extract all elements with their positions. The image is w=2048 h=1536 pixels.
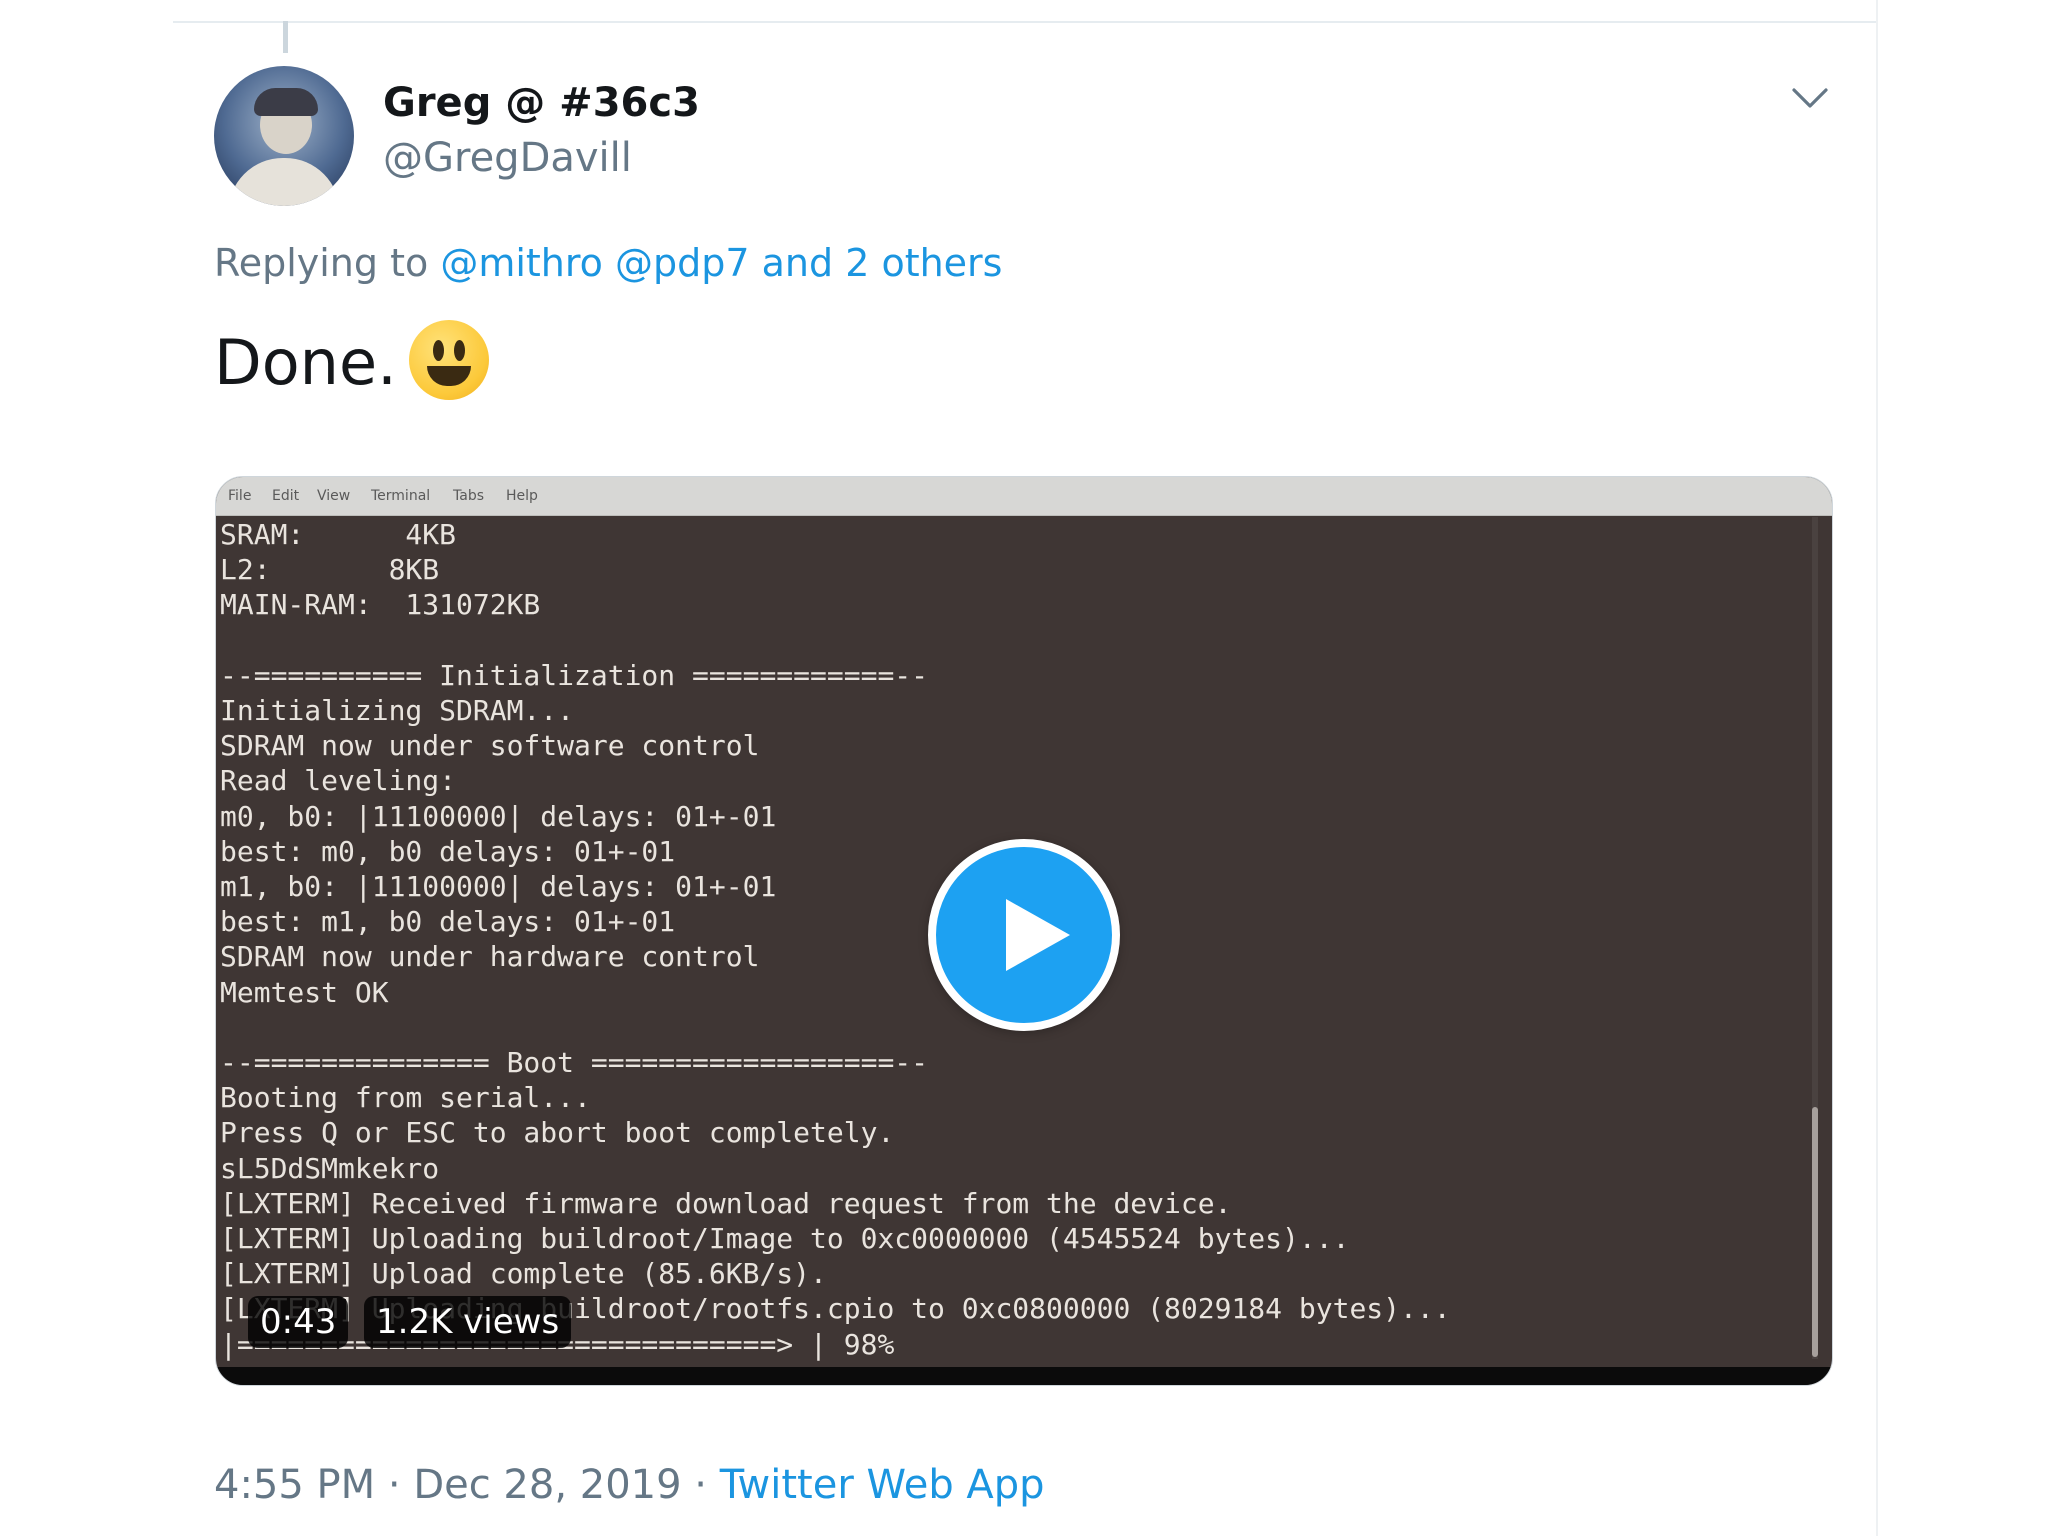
- terminal-line: [LXTERM] Upload complete (85.6KB/s).: [220, 1257, 827, 1291]
- terminal-line: [LXTERM] Received firmware download requ…: [220, 1186, 1232, 1220]
- scrollbar-thumb: [1812, 1107, 1818, 1357]
- terminal-line: SDRAM now under hardware control: [220, 940, 760, 974]
- terminal-line: m0, b0: |11100000| delays: 01+-01: [220, 799, 777, 833]
- terminal-scrollbar: [1812, 517, 1818, 1359]
- tweet-page: Greg @ #36c3 @GregDavill Replying to @mi…: [0, 0, 2048, 1536]
- video-views-badge: 1.2K views: [364, 1296, 572, 1348]
- terminal-line: L2: 8KB: [220, 553, 440, 587]
- terminal-line: [LXTERM] Uploading buildroot/Image to 0x…: [220, 1222, 1350, 1255]
- avatar-hair: [254, 88, 318, 116]
- terminal-line: SRAM: 4KB: [220, 518, 457, 551]
- display-name[interactable]: Greg @ #36c3: [383, 80, 700, 126]
- right-divider: [1876, 0, 1878, 1536]
- terminal-line: m1, b0: |11100000| delays: 01+-01: [220, 870, 777, 903]
- video-player[interactable]: File Edit View Terminal Tabs Help SRAM: …: [215, 476, 1833, 1386]
- replying-links[interactable]: @mithro @pdp7 and 2 others: [440, 241, 1002, 285]
- video-bottom-bar: [216, 1367, 1832, 1385]
- terminal-line: sL5DdSMmkekro: [220, 1151, 440, 1185]
- terminal-line: best: m1, b0 delays: 01+-01: [220, 905, 676, 939]
- emoji-mouth: [427, 366, 471, 386]
- smiley-emoji: [409, 320, 489, 400]
- avatar[interactable]: [214, 66, 354, 206]
- menu-file: File: [228, 488, 252, 504]
- menu-edit: Edit: [272, 488, 300, 504]
- top-divider: [173, 21, 1877, 23]
- terminal-line: Read leveling:: [220, 764, 457, 798]
- terminal-line: Memtest OK: [220, 975, 389, 1009]
- terminal-menubar: File Edit View Terminal Tabs Help: [216, 477, 1832, 516]
- video-duration-badge: 0:43: [248, 1296, 349, 1348]
- menu-tabs: Tabs: [453, 488, 484, 504]
- replying-prefix: Replying to: [214, 241, 429, 285]
- menu-view: View: [317, 488, 351, 504]
- menu-terminal: Terminal: [371, 488, 431, 504]
- terminal-line: MAIN-RAM: 131072KB: [220, 588, 541, 622]
- emoji-left-eye: [433, 340, 444, 361]
- terminal-line: best: m0, b0 delays: 01+-01: [220, 834, 676, 868]
- timestamp-text[interactable]: 4:55 PM · Dec 28, 2019 ·: [214, 1462, 707, 1508]
- terminal-line: --============== Boot ==================…: [220, 1046, 929, 1079]
- emoji-right-eye: [454, 340, 465, 361]
- tweet-text: Done.: [214, 326, 397, 399]
- replying-to: Replying to @mithro @pdp7 and 2 others: [214, 241, 1002, 285]
- terminal-line: SDRAM now under software control: [220, 729, 760, 763]
- terminal-line: Initializing SDRAM...: [220, 694, 575, 727]
- chevron-down-icon[interactable]: [1791, 86, 1829, 110]
- avatar-shoulders: [228, 158, 340, 206]
- user-handle[interactable]: @GregDavill: [383, 135, 632, 181]
- menu-help: Help: [506, 488, 538, 504]
- play-button[interactable]: [928, 839, 1120, 1031]
- tweet-source-link[interactable]: Twitter Web App: [720, 1462, 1045, 1508]
- terminal-line: Press Q or ESC to abort boot completely.: [220, 1116, 895, 1150]
- play-icon: [1006, 899, 1070, 971]
- terminal-line: Booting from serial...: [220, 1081, 591, 1115]
- tweet-timestamp: 4:55 PM · Dec 28, 2019 · Twitter Web App: [214, 1462, 1045, 1508]
- thread-connector-line: [283, 21, 288, 53]
- terminal-line: --========== Initialization ============…: [220, 658, 929, 692]
